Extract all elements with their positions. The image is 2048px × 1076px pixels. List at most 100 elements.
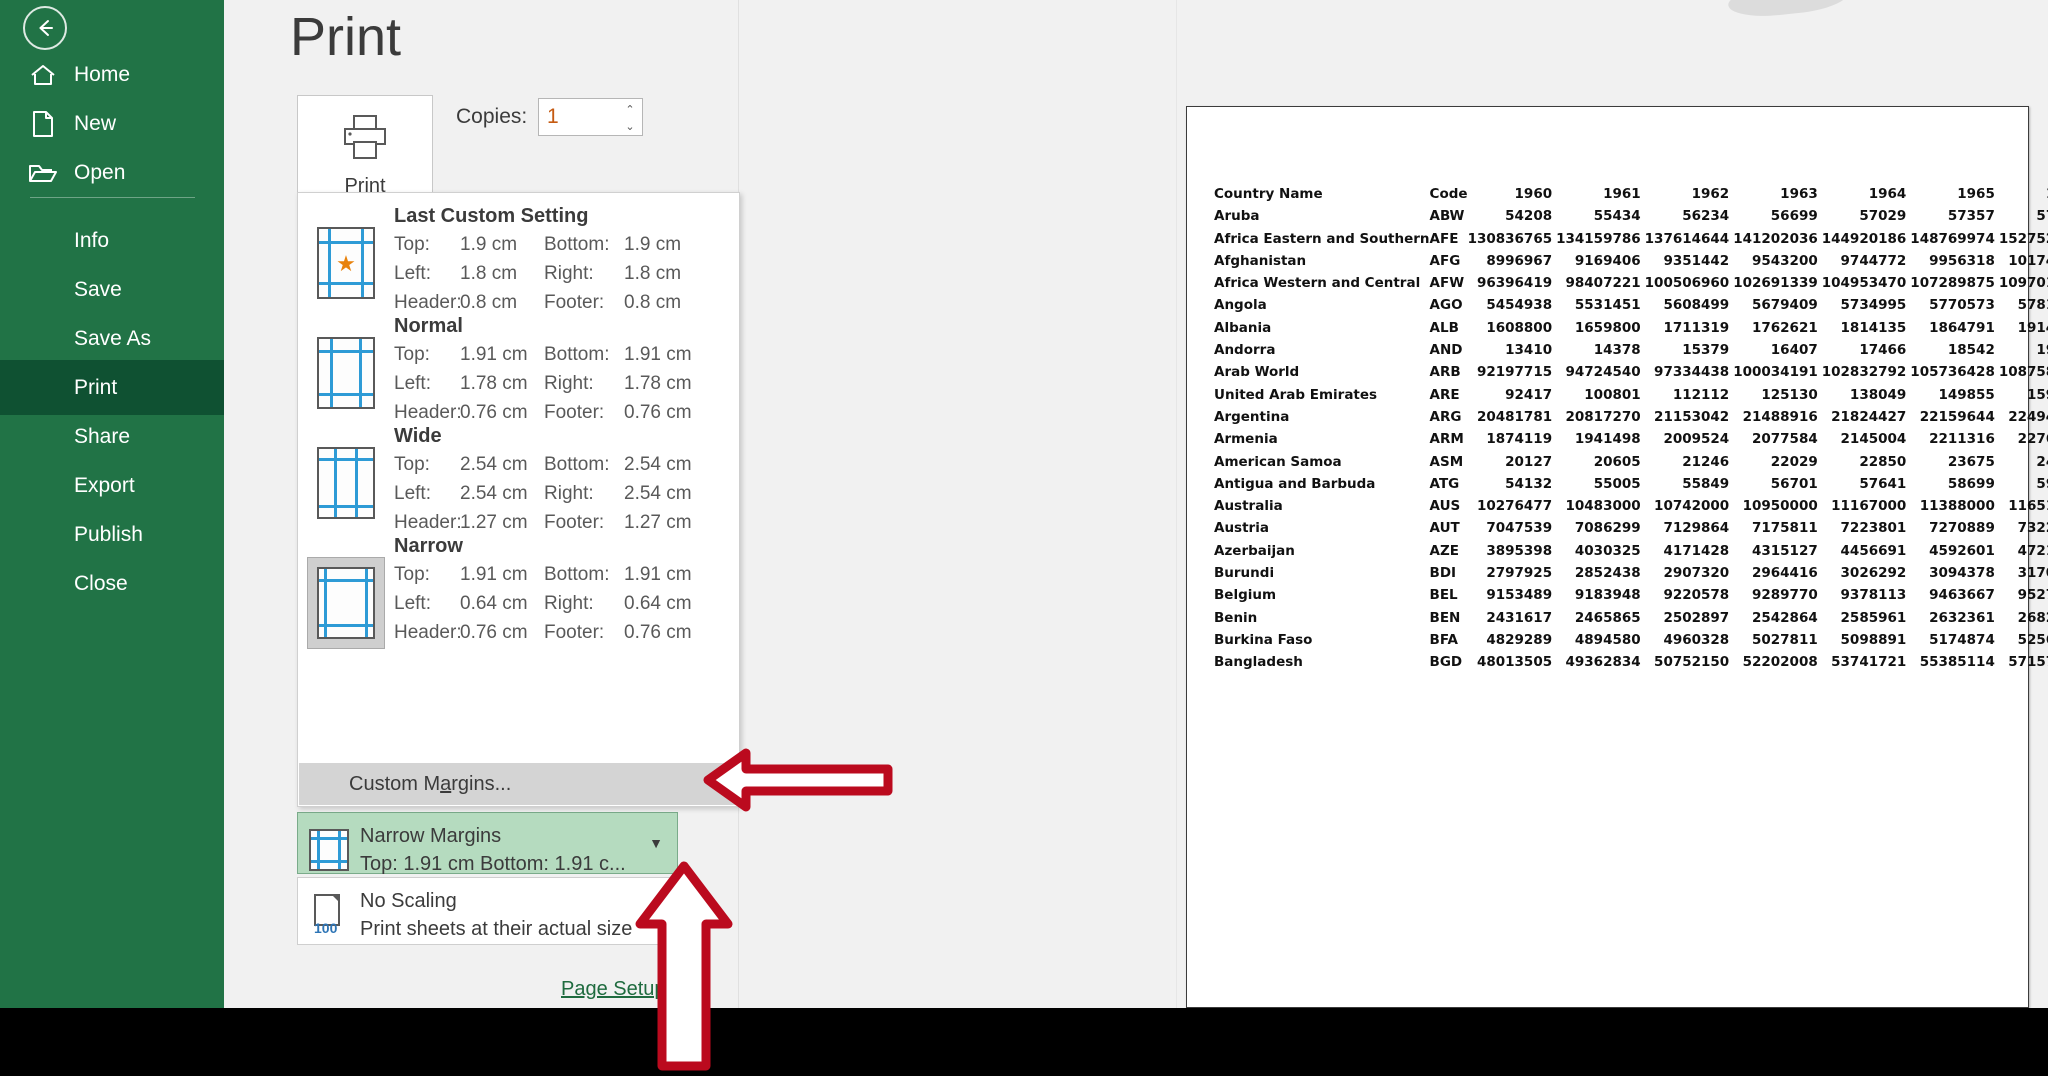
margin-preset-last-custom-setting[interactable]: ★ Last Custom Setting Top: 1.9 cm Bottom: 1.9…	[298, 199, 739, 324]
table-header-cell: Code	[1429, 186, 1468, 202]
spinner-down-icon[interactable]: ⌄	[625, 121, 634, 132]
right-key: Right:	[544, 262, 594, 284]
table-cell: Burundi	[1214, 565, 1275, 582]
sidebar-item-save[interactable]: Save	[0, 262, 224, 317]
table-row: Albania ALB 1608800 1659800 1711319 1762621 18…	[1214, 317, 2048, 339]
left-key: Left:	[394, 372, 431, 394]
table-cell: 54208	[1505, 208, 1553, 225]
left-key: Left:	[394, 262, 431, 284]
table-cell: 4960328	[1663, 631, 1730, 648]
table-cell: 1874119	[1486, 431, 1553, 448]
sidebar-item-home[interactable]: Home	[0, 47, 224, 102]
scaling-percent-badge: 100	[314, 920, 338, 936]
sidebar-item-publish[interactable]: Publish	[0, 507, 224, 562]
table-cell: Azerbaijan	[1214, 542, 1295, 559]
table-cell: 134159786	[1556, 230, 1641, 247]
sidebar-item-open[interactable]: Open	[0, 145, 224, 200]
table-cell: 107289875	[1910, 275, 1995, 292]
table-cell: 59912	[2036, 475, 2048, 492]
right-value: 1.8 cm	[624, 262, 682, 284]
table-cell: 21246	[1682, 453, 1730, 470]
back-arrow-button[interactable]	[23, 6, 67, 50]
table-cell: 159979	[2027, 386, 2048, 403]
table-cell: 57157651	[2008, 654, 2048, 671]
table-cell: 125130	[1761, 386, 1818, 403]
table-cell: 5608499	[1663, 297, 1730, 314]
sidebar-item-label: New	[74, 111, 117, 135]
table-cell: 5098891	[1840, 631, 1907, 648]
table-cell: 92197715	[1476, 364, 1553, 381]
sidebar-item-share[interactable]: Share	[0, 409, 224, 464]
print-button[interactable]: Print	[297, 95, 433, 200]
bottom-value: 1.91 cm	[624, 344, 692, 365]
copies-spinner[interactable]: ⌃ ⌄	[622, 101, 638, 135]
sidebar-item-save-as[interactable]: Save As	[0, 311, 224, 366]
margins-setting-button[interactable]: Narrow Margins Top: 1.91 cm Bottom: 1.91…	[297, 812, 678, 875]
header-value: 0.76 cm	[460, 621, 528, 643]
table-cell: AZE	[1429, 542, 1460, 559]
table-cell: Africa Western and Central	[1214, 275, 1421, 292]
table-cell: Antigua and Barbuda	[1214, 475, 1376, 492]
right-value: 0.64 cm	[624, 592, 692, 614]
left-value: 2.54 cm	[460, 482, 528, 504]
margin-preset-name: Wide	[394, 425, 442, 447]
table-cell: 22159644	[1919, 408, 1995, 425]
spinner-up-icon[interactable]: ⌃	[625, 104, 634, 115]
table-cell: ARE	[1429, 386, 1460, 403]
table-cell: 23675	[1947, 453, 1995, 470]
table-cell: 2585961	[1840, 609, 1907, 626]
table-cell: 2964416	[1751, 565, 1818, 582]
table-cell: ABW	[1429, 208, 1465, 225]
sidebar-item-export[interactable]: Export	[0, 458, 224, 513]
table-cell: 130836765	[1467, 230, 1553, 247]
table-cell: 98407221	[1565, 275, 1641, 292]
margins-dropdown-caret[interactable]: ▼	[649, 835, 663, 851]
margin-preset-body: Normal Top: 1.91 cm Bottom: 1.91 cm Left: 1.78…	[394, 315, 739, 428]
bottom-key: Bottom:	[544, 344, 610, 365]
table-cell: 5734995	[1840, 297, 1907, 314]
margins-dropdown-gallery[interactable]: ★ Last Custom Setting Top: 1.9 cm Bottom: 1.9…	[297, 192, 740, 807]
table-cell: 144920186	[1821, 230, 1907, 247]
top-key: Top:	[394, 454, 430, 475]
margin-preset-body: Last Custom Setting Top: 1.9 cm Bottom: 1.9 …	[394, 205, 739, 318]
scaling-setting-button[interactable]: 100 No Scaling Print sheets at their act…	[297, 877, 678, 945]
table-cell: 148769974	[1910, 230, 1995, 247]
table-cell: 105736428	[1910, 364, 1995, 381]
bottom-value: 2.54 cm	[624, 454, 692, 475]
table-cell: 102832792	[1821, 364, 1907, 381]
table-cell: 19646	[2036, 342, 2048, 359]
table-cell: 22494031	[2008, 408, 2048, 425]
table-cell: 55385114	[1919, 654, 1995, 671]
margin-preset-narrow[interactable]: Narrow Top: 1.91 cm Bottom: 1.91 cm Left: 0.64…	[298, 529, 739, 655]
table-cell: 55434	[1593, 208, 1641, 225]
table-cell: 2907320	[1663, 565, 1730, 582]
margin-preset-thumb-wrap	[298, 315, 394, 409]
table-row: Bangladesh BGD 48013505 49362834 50752150 522…	[1214, 651, 2048, 673]
table-header-cell: 1966	[1999, 183, 2048, 205]
table-header-cell: 1963	[1780, 186, 1818, 202]
table-row: American Samoa ASM 20127 20605 21246 22029 228…	[1214, 451, 2048, 473]
custom-margins-item[interactable]: Custom Ma rgins...	[299, 763, 738, 805]
copies-input[interactable]	[547, 100, 625, 134]
table-cell: 7175811	[1751, 520, 1818, 537]
table-cell: 9956318	[1929, 252, 1995, 269]
table-cell: 5454938	[1486, 297, 1553, 314]
margin-preset-normal-icon	[317, 337, 375, 409]
margin-preset-normal[interactable]: Normal Top: 1.91 cm Bottom: 1.91 cm Left: 1.78…	[298, 309, 739, 434]
margin-preset-thumb-wrap	[298, 425, 394, 519]
table-cell: 1864791	[1929, 319, 1995, 336]
table-cell: Africa Eastern and Southern	[1214, 230, 1430, 247]
margin-preset-thumb-wrap: ★	[298, 205, 394, 299]
copies-field-wrapper[interactable]: ⌃ ⌄	[538, 98, 643, 136]
table-row: Azerbaijan AZE 3895398 4030325 4171428 431512…	[1214, 540, 2048, 562]
margin-preset-wide[interactable]: Wide Top: 2.54 cm Bottom: 2.54 cm Left: 2.54 c…	[298, 419, 739, 544]
table-cell: Austria	[1214, 520, 1269, 537]
table-row: Argentina ARG 20481781 20817270 21153042 2148…	[1214, 406, 2048, 428]
table-cell: 3170496	[2017, 565, 2048, 582]
sidebar-item-new[interactable]: New	[0, 96, 224, 151]
table-cell: 20481781	[1476, 408, 1553, 425]
sidebar-item-info[interactable]: Info	[0, 213, 224, 268]
margin-preset-name: Last Custom Setting	[394, 205, 589, 227]
sidebar-item-print[interactable]: Print	[0, 360, 224, 415]
sidebar-item-close[interactable]: Close	[0, 556, 224, 611]
